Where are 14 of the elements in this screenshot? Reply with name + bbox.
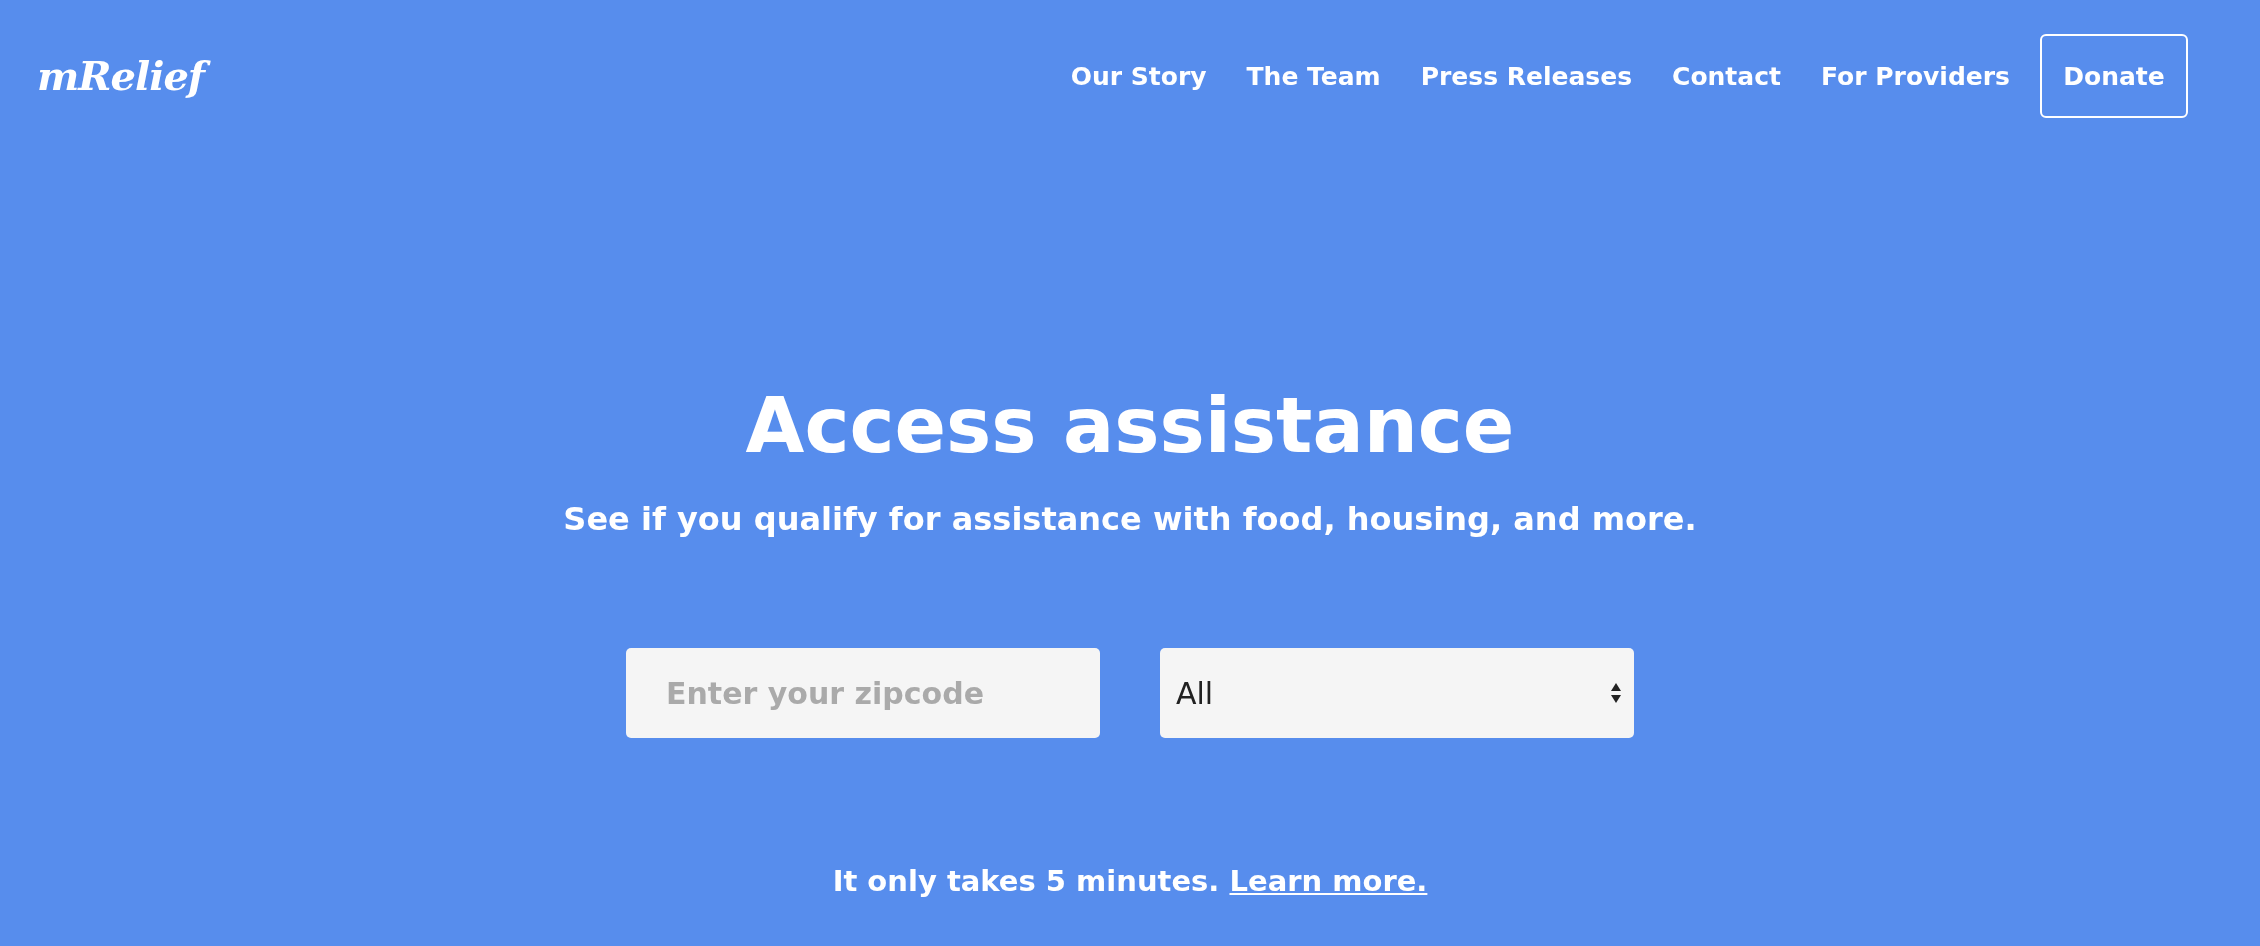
donate-button[interactable]: Donate (2040, 34, 2188, 118)
hero-title: Access assistance (745, 380, 1515, 472)
nav-link[interactable]: The Team (1246, 61, 1381, 91)
learn-more-link[interactable]: Learn more. (1229, 864, 1428, 898)
nav-link[interactable]: Our Story (1070, 61, 1207, 91)
category-select[interactable]: All (1160, 648, 1634, 738)
nav-link[interactable]: Press Releases (1420, 61, 1633, 91)
nav-link[interactable]: Contact (1672, 61, 1781, 91)
nav-link[interactable]: For Providers (1820, 61, 2010, 91)
logo[interactable]: mRelief (37, 46, 215, 106)
note-text: It only takes 5 minutes. Learn more. (832, 864, 1428, 898)
sort-arrows-icon (1610, 682, 1622, 704)
hero-subtitle: See if you qualify for assistance with food, housing, and more. (563, 500, 1697, 538)
zipcode-field[interactable]: Enter your zipcode (626, 648, 1100, 738)
